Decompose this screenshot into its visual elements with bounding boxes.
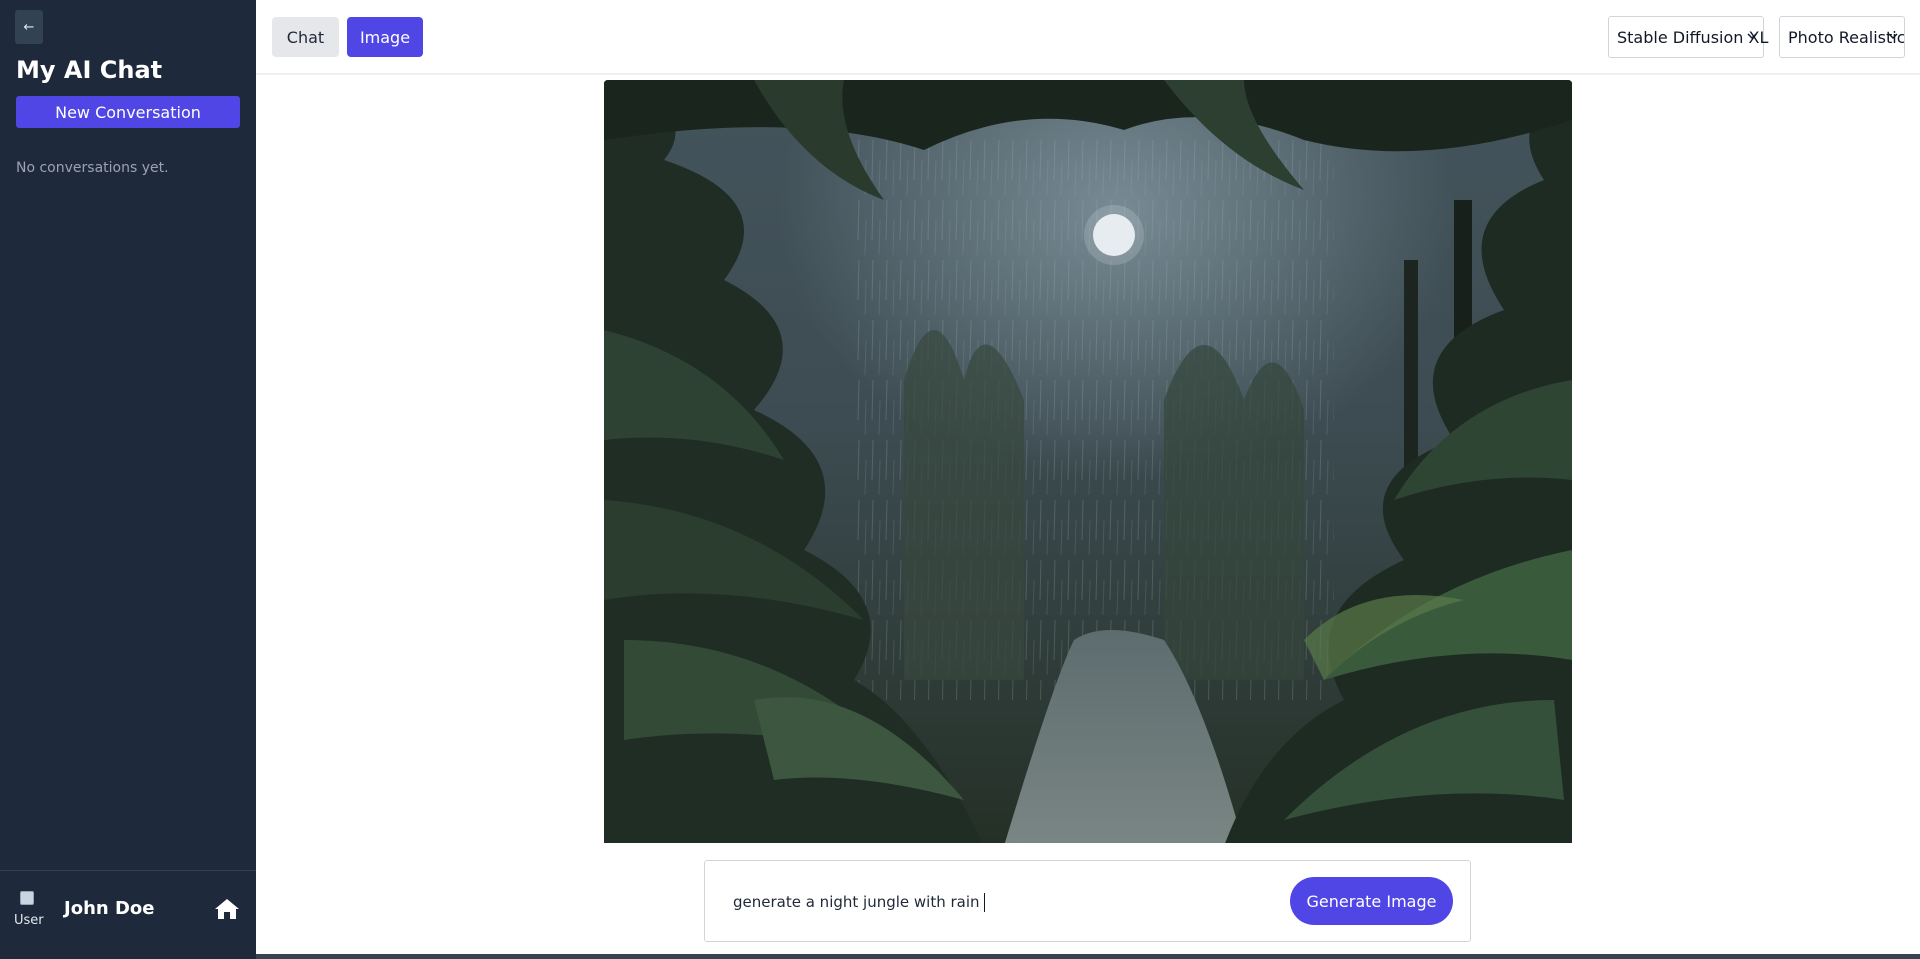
new-conversation-button[interactable]: New Conversation — [16, 96, 240, 128]
prompt-input[interactable]: generate a night jungle with rain — [733, 889, 1293, 915]
chevron-down-icon — [1888, 33, 1898, 39]
generate-image-button[interactable]: Generate Image — [1290, 877, 1453, 925]
jungle-night-rain-image — [604, 80, 1572, 843]
chevron-down-icon — [1747, 33, 1757, 39]
empty-conversations-message: No conversations yet. — [16, 160, 169, 176]
sidebar-footer: User John Doe — [0, 870, 256, 959]
user-name: John Doe — [64, 898, 155, 919]
model-select-value: Stable Diffusion XL — [1617, 27, 1769, 47]
collapse-sidebar-button[interactable]: ← — [15, 10, 43, 44]
prompt-input-value: generate a night jungle with rain — [733, 893, 980, 911]
avatar[interactable]: User — [14, 891, 50, 927]
model-select[interactable]: Stable Diffusion XL — [1608, 16, 1768, 58]
prompt-box: generate a night jungle with rain Genera… — [704, 860, 1471, 942]
arrow-left-icon: ← — [23, 19, 35, 35]
broken-image-icon — [20, 891, 34, 905]
style-select[interactable]: Photo Realistic — [1779, 16, 1905, 58]
avatar-alt-text: User — [14, 913, 44, 927]
prompt-bar: generate a night jungle with rain Genera… — [256, 843, 1920, 954]
window-bottom-edge — [256, 954, 1920, 959]
top-bar: Chat Image Stable Diffusion XL Photo Rea… — [256, 0, 1920, 75]
generated-image — [604, 80, 1572, 843]
tab-chat[interactable]: Chat — [272, 17, 339, 57]
text-caret — [983, 893, 985, 912]
sidebar: ← My AI Chat New Conversation No convers… — [0, 0, 256, 959]
image-display-area — [256, 77, 1920, 843]
tab-image[interactable]: Image — [347, 17, 423, 57]
app-title: My AI Chat — [16, 56, 163, 84]
home-icon[interactable] — [214, 897, 240, 921]
